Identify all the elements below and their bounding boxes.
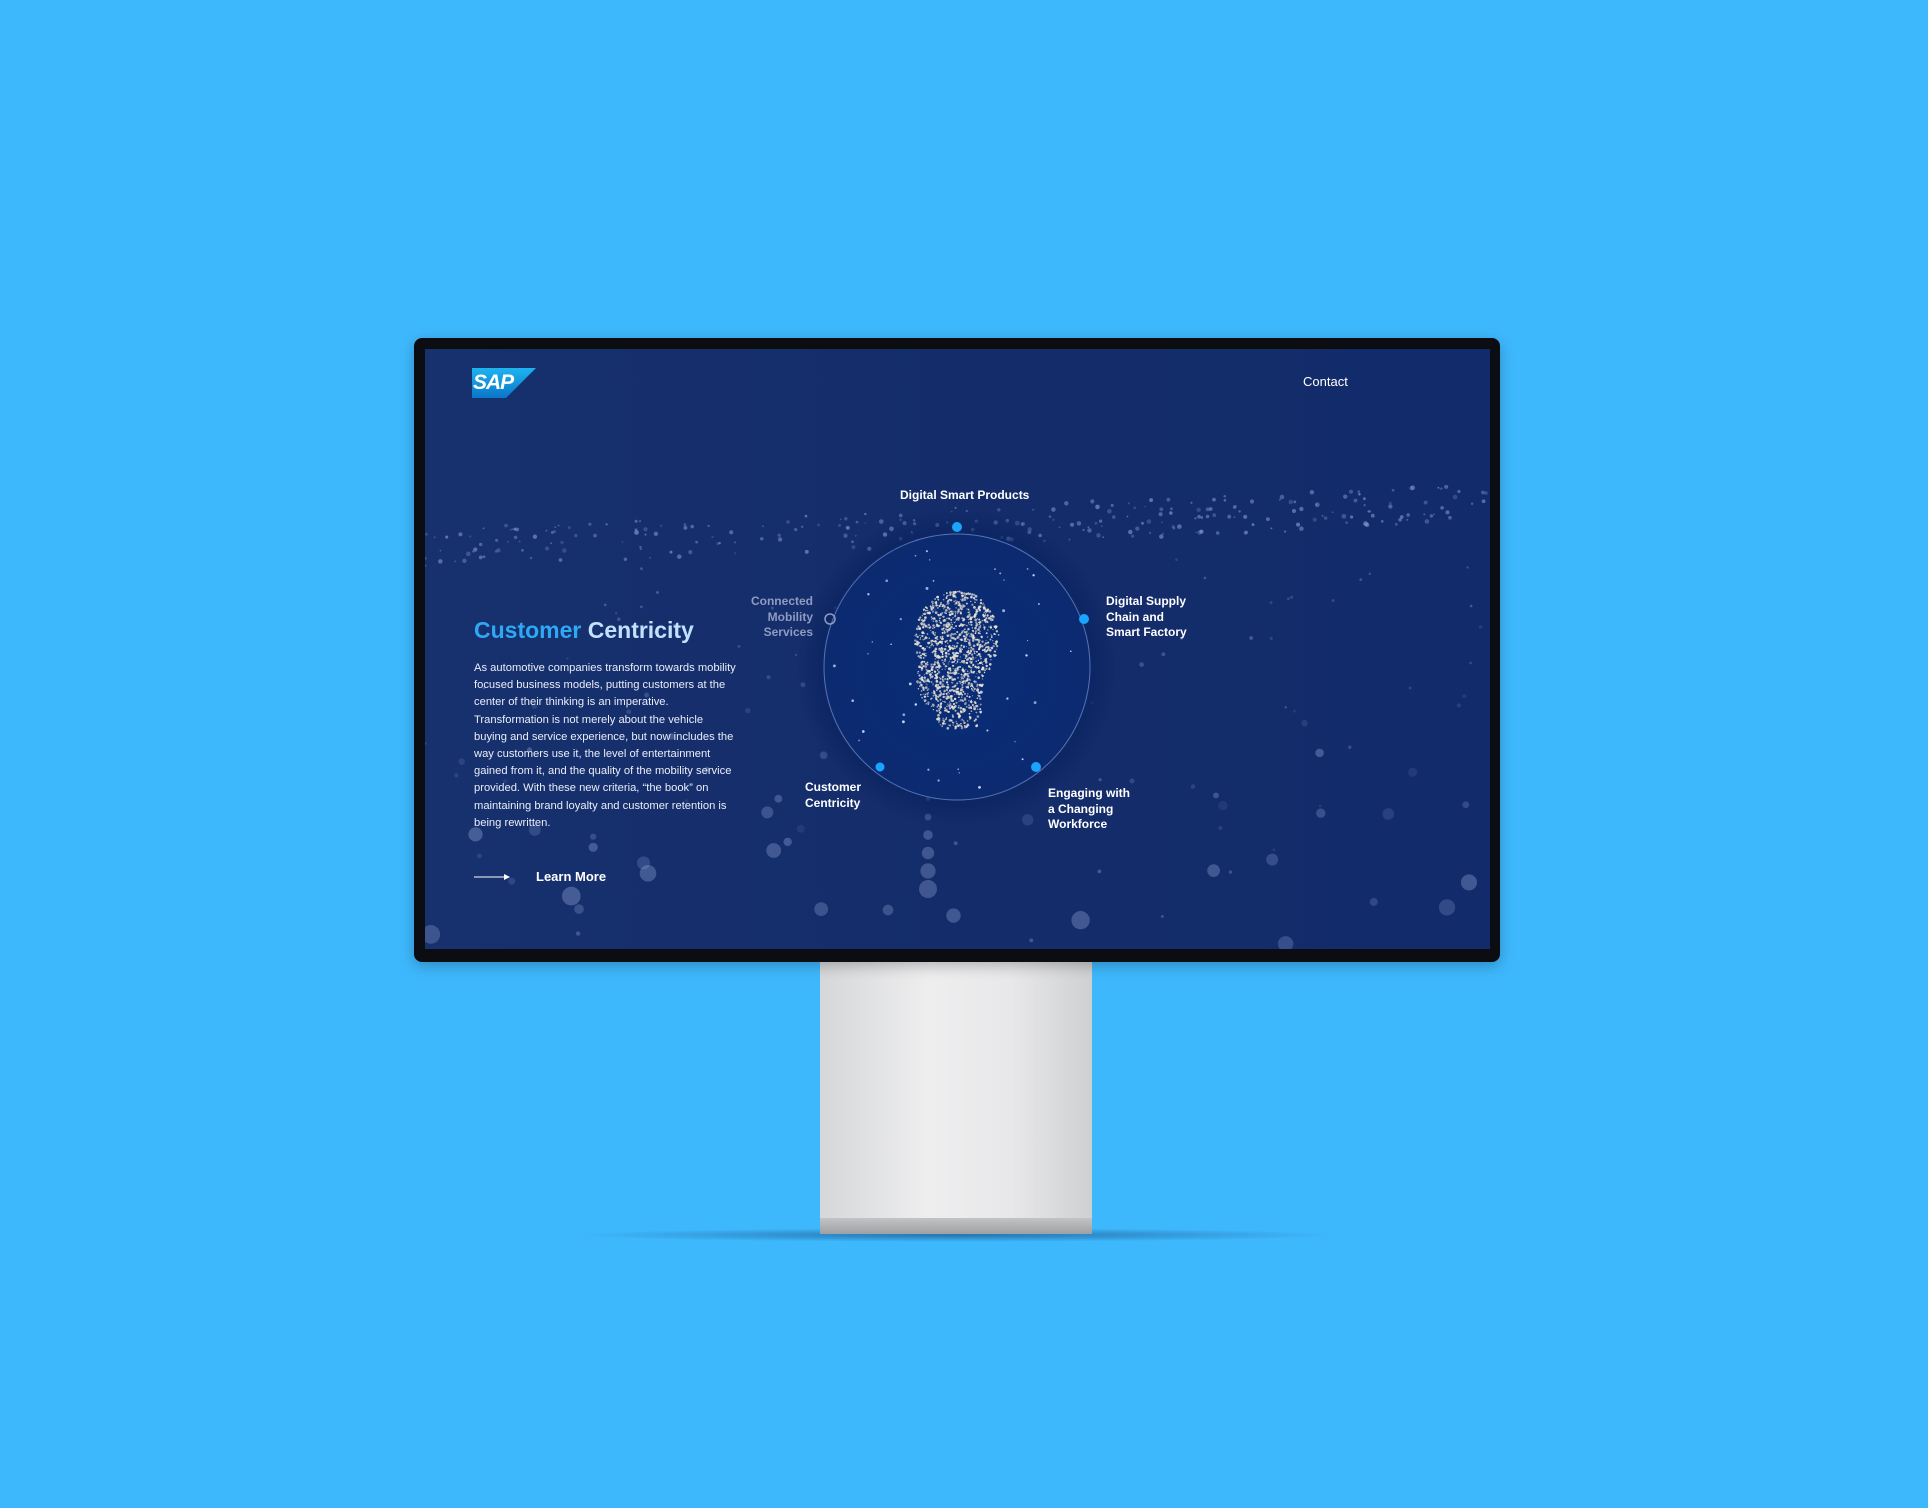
node-label-line: Connected (750, 594, 813, 608)
monitor-bezel: SAP Contact Customer Centricity As autom… (414, 338, 1500, 962)
node-bottom-left-dot (874, 761, 886, 773)
node-label-line: Engaging with (1048, 786, 1130, 800)
node-label-line: Workforce (1048, 817, 1108, 831)
node-label-line: Digital Supply (1106, 594, 1187, 608)
node-label-engaging-workforce[interactable]: Engaging with a Changing Workforce (1048, 786, 1130, 833)
monitor-stand-base (820, 1218, 1092, 1234)
node-label-digital-smart-products[interactable]: Digital Smart Products (900, 488, 1029, 504)
node-label-line: Chain and (1106, 609, 1165, 624)
monitor-stand (820, 962, 1092, 1234)
node-label-line: Services (763, 625, 813, 639)
orbit-diagram (797, 507, 1117, 827)
node-bottom-right-dot (1031, 762, 1041, 772)
website-screen: SAP Contact Customer Centricity As autom… (425, 349, 1490, 949)
node-top-dot (952, 522, 962, 532)
orbit-ring (823, 533, 1091, 801)
node-label-line: a Changing (1048, 801, 1114, 816)
node-right-dot (1079, 614, 1089, 624)
node-label-line: Smart Factory (1106, 625, 1187, 639)
node-label-customer-centricity[interactable]: Customer Centricity (805, 780, 861, 811)
node-label-line: Customer (805, 780, 862, 794)
node-label-connected-mobility-services[interactable]: Connected Mobility Services (721, 594, 813, 641)
node-label-line: Mobility (767, 609, 813, 624)
node-label-digital-supply-chain[interactable]: Digital Supply Chain and Smart Factory (1106, 594, 1187, 641)
node-label-line: Centricity (805, 795, 861, 810)
